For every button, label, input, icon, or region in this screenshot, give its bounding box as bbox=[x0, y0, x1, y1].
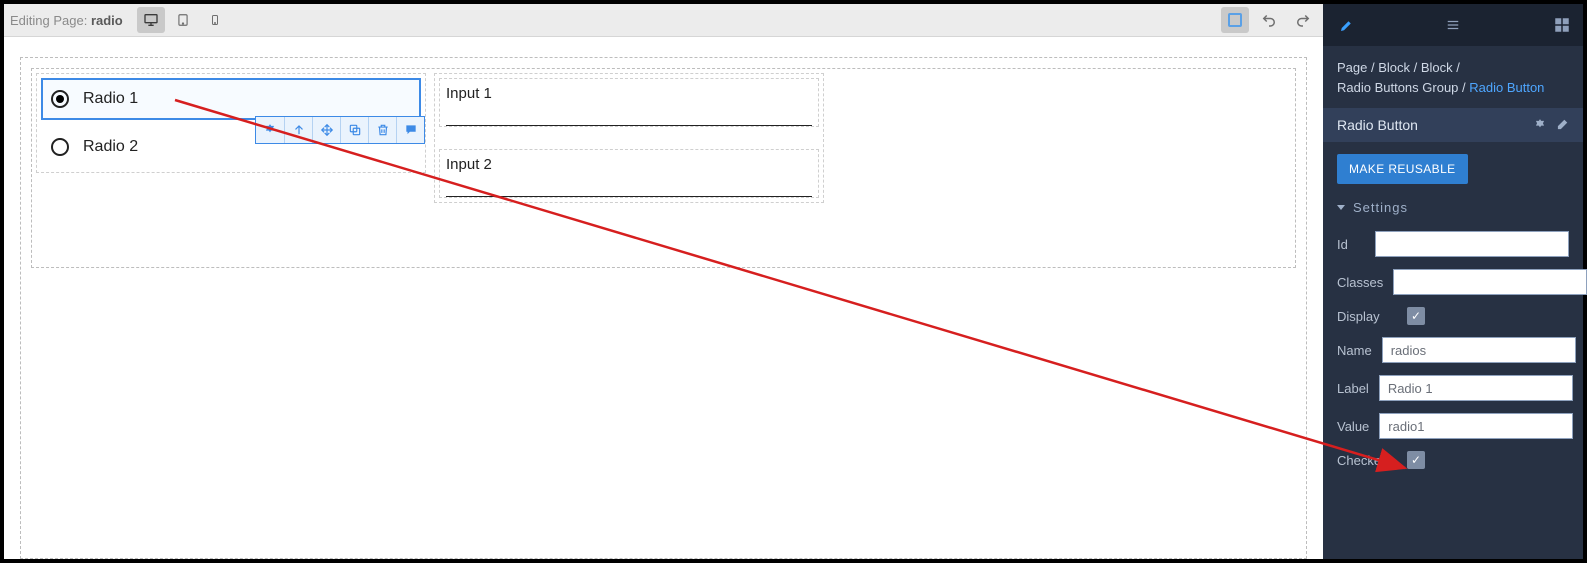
prop-label: Id bbox=[1337, 237, 1365, 252]
layers-tab-icon[interactable] bbox=[1553, 16, 1571, 34]
label-input[interactable] bbox=[1379, 375, 1573, 401]
prop-value: Value bbox=[1323, 407, 1583, 445]
prop-label: Label bbox=[1337, 381, 1369, 396]
editing-page-name: radio bbox=[91, 13, 123, 28]
display-checkbox[interactable]: ✓ bbox=[1407, 307, 1425, 325]
selection-toolbar bbox=[255, 116, 425, 144]
make-reusable-button[interactable]: MAKE REUSABLE bbox=[1337, 154, 1468, 184]
plugin-icon[interactable] bbox=[256, 117, 284, 143]
checked-checkbox[interactable]: ✓ bbox=[1407, 451, 1425, 469]
breadcrumb-current[interactable]: Radio Button bbox=[1469, 80, 1544, 95]
copy-icon[interactable] bbox=[340, 117, 368, 143]
settings-tab-icon[interactable] bbox=[1444, 18, 1462, 32]
settings-section-label: Settings bbox=[1353, 200, 1408, 215]
prop-label: Value bbox=[1337, 419, 1369, 434]
inputs-block[interactable]: Input 1 Input 2 bbox=[434, 73, 824, 203]
input-2-label: Input 2 bbox=[446, 156, 812, 173]
block-outline: Radio 1 Radio 2 bbox=[31, 68, 1296, 268]
editing-page-label: Editing Page: radio bbox=[10, 13, 123, 28]
value-input[interactable] bbox=[1379, 413, 1573, 439]
plugin-icon[interactable] bbox=[1533, 118, 1547, 132]
prop-label: Display bbox=[1337, 309, 1397, 324]
settings-section-header[interactable]: Settings bbox=[1323, 190, 1583, 225]
comment-icon[interactable] bbox=[396, 117, 424, 143]
move-icon[interactable] bbox=[312, 117, 340, 143]
prop-id: Id bbox=[1323, 225, 1583, 263]
style-tab-icon[interactable] bbox=[1335, 16, 1353, 34]
input-1-label: Input 1 bbox=[446, 85, 812, 102]
prop-name: Name bbox=[1323, 331, 1583, 369]
sidebar-tabs bbox=[1323, 4, 1583, 46]
device-mobile-button[interactable] bbox=[201, 7, 229, 33]
id-input[interactable] bbox=[1375, 231, 1569, 257]
panel-title: Radio Button bbox=[1323, 108, 1583, 142]
breadcrumb-seg[interactable]: Radio Buttons Group bbox=[1337, 80, 1458, 95]
prop-label: Classes bbox=[1337, 275, 1383, 290]
radio-circle-icon bbox=[51, 138, 69, 156]
eraser-icon[interactable] bbox=[1555, 118, 1569, 132]
name-input[interactable] bbox=[1382, 337, 1576, 363]
parent-up-icon[interactable] bbox=[284, 117, 312, 143]
breadcrumb-seg[interactable]: Block bbox=[1421, 60, 1453, 75]
panel-title-text: Radio Button bbox=[1337, 117, 1418, 133]
editing-page-prefix: Editing Page: bbox=[10, 13, 91, 28]
page-outline: Radio 1 Radio 2 bbox=[20, 57, 1307, 559]
square-icon bbox=[1228, 13, 1242, 27]
redo-button[interactable] bbox=[1289, 7, 1317, 33]
classes-input[interactable] bbox=[1393, 269, 1587, 295]
breadcrumb-seg[interactable]: Page bbox=[1337, 60, 1367, 75]
radio-group-block[interactable]: Radio 1 Radio 2 bbox=[36, 73, 426, 173]
radio-option-1[interactable]: Radio 1 bbox=[41, 78, 421, 120]
outline-toggle-button[interactable] bbox=[1221, 7, 1249, 33]
trash-icon[interactable] bbox=[368, 117, 396, 143]
prop-checked: Checked ✓ bbox=[1323, 445, 1583, 475]
text-input[interactable] bbox=[446, 175, 812, 197]
device-desktop-button[interactable] bbox=[137, 7, 165, 33]
canvas[interactable]: Radio 1 Radio 2 bbox=[4, 37, 1323, 559]
breadcrumb: Page / Block / Block / Radio Buttons Gro… bbox=[1323, 46, 1583, 108]
prop-label: Label bbox=[1323, 369, 1583, 407]
input-1-group[interactable]: Input 1 bbox=[439, 78, 819, 127]
undo-button[interactable] bbox=[1255, 7, 1283, 33]
topbar: Editing Page: radio bbox=[4, 4, 1323, 37]
breadcrumb-seg[interactable]: Block bbox=[1378, 60, 1410, 75]
properties-sidebar: Page / Block / Block / Radio Buttons Gro… bbox=[1323, 4, 1583, 559]
radio-circle-icon bbox=[51, 90, 69, 108]
editor-main: Editing Page: radio bbox=[4, 4, 1323, 559]
radio-option-1-label: Radio 1 bbox=[83, 90, 138, 108]
device-tablet-button[interactable] bbox=[169, 7, 197, 33]
text-input[interactable] bbox=[446, 104, 812, 126]
prop-classes: Classes bbox=[1323, 263, 1583, 301]
prop-label: Name bbox=[1337, 343, 1372, 358]
input-2-group[interactable]: Input 2 bbox=[439, 149, 819, 198]
prop-display: Display ✓ bbox=[1323, 301, 1583, 331]
prop-label: Checked bbox=[1337, 453, 1397, 468]
chevron-down-icon bbox=[1337, 205, 1345, 210]
radio-option-2-label: Radio 2 bbox=[83, 138, 138, 156]
